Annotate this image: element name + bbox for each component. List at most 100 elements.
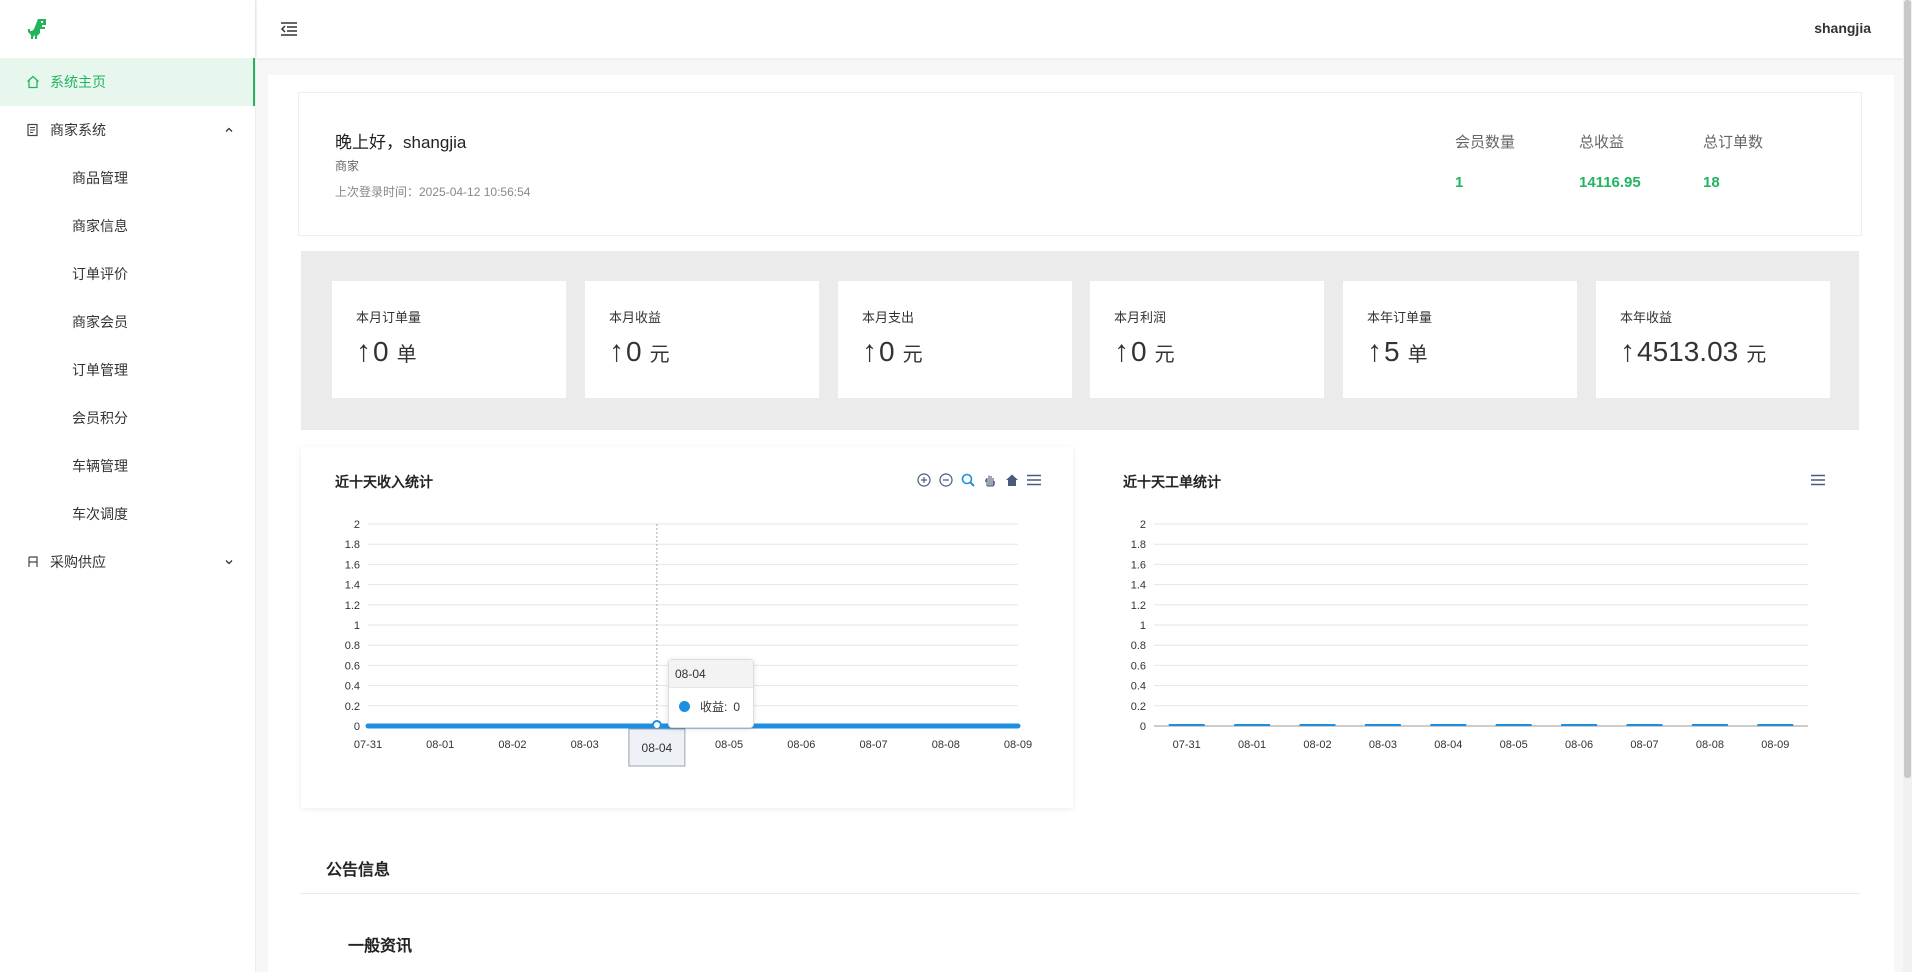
card-title: 本月利润: [1114, 310, 1167, 325]
card-value: ↑ 0 元: [1114, 335, 1175, 369]
card-year-revenue: 本年收益 ↑ 4513.03 元: [1596, 281, 1830, 398]
sidebar-item-home[interactable]: 系统主页: [0, 58, 255, 106]
stat-total-revenue: 总收益 14116.95: [1579, 131, 1689, 191]
y-tick-label: 0: [354, 721, 360, 733]
stat-total-orders: 总订单数 18: [1703, 131, 1813, 191]
data-point: [798, 723, 804, 729]
y-tick-label: 0.4: [345, 681, 360, 693]
chart-tooltip: 08-04 收益: 0: [668, 659, 754, 728]
y-tick-label: 2: [1140, 519, 1146, 531]
y-tick-label: 1.8: [1131, 539, 1146, 551]
data-point: [582, 723, 588, 729]
card-month-profit: 本月利润 ↑ 0 元: [1090, 281, 1324, 398]
chevron-down-icon: [223, 556, 235, 568]
x-tick-label: 08-02: [498, 739, 526, 751]
stat-value: 18: [1703, 174, 1720, 191]
top-bar: shangjia: [257, 0, 1903, 58]
work-order-bar-chart[interactable]: 0 0.2 0.4 0.6 0.8 1 1.2 1.4 1.6 1.8 2 07-31 08-01 08-…: [1087, 447, 1859, 808]
bar: [1299, 724, 1336, 726]
x-tick-label: 08-01: [1238, 739, 1266, 751]
data-point: [943, 723, 949, 729]
y-tick-label: 0.6: [1131, 660, 1146, 672]
card-unit: 单: [396, 344, 417, 366]
x-tick-label: 08-06: [1565, 739, 1593, 751]
sidebar-item-member-points[interactable]: 会员积分: [0, 394, 255, 442]
bar: [1168, 724, 1205, 726]
card-number: 5: [1384, 336, 1400, 367]
x-tick-label: 08-07: [1630, 739, 1658, 751]
card-month-orders: 本月订单量 ↑ 0 单: [332, 281, 566, 398]
x-tick-label: 08-03: [1369, 739, 1397, 751]
card-number: 0: [1131, 336, 1147, 367]
income-line-chart[interactable]: 0 0.2 0.4 0.6 0.8 1 1.2 1.4 1.6 1.8 2 07-31 08-01 08-…: [301, 447, 1073, 808]
data-point: [437, 723, 443, 729]
up-arrow-icon: ↑: [1620, 335, 1635, 368]
y-tick-label: 1: [354, 620, 360, 632]
y-tick-label: 1: [1140, 620, 1146, 632]
sidebar-item-procurement[interactable]: 采购供应: [0, 538, 255, 586]
sidebar-item-product-management[interactable]: 商品管理: [0, 154, 255, 202]
sidebar-item-label: 商家系统: [50, 122, 106, 138]
sidebar-item-merchant-members[interactable]: 商家会员: [0, 298, 255, 346]
x-tick-label: 08-05: [1500, 739, 1528, 751]
logo: [0, 0, 255, 58]
y-tick-label: 0.6: [345, 660, 360, 672]
axis-pointer-label: 08-04: [642, 741, 673, 755]
card-number: 4513.03: [1637, 336, 1739, 367]
sidebar-subitem-label: 订单管理: [72, 362, 128, 378]
sidebar-item-order-review[interactable]: 订单评价: [0, 250, 255, 298]
sidebar-item-merchant-system[interactable]: 商家系统: [0, 106, 255, 154]
sidebar-subitem-label: 车辆管理: [72, 458, 128, 474]
y-tick-label: 0.4: [1131, 681, 1146, 693]
bar: [1561, 724, 1598, 726]
collapse-menu-icon[interactable]: [279, 19, 299, 39]
card-month-revenue: 本月收益 ↑ 0 元: [585, 281, 819, 398]
card-number: 0: [626, 336, 642, 367]
sidebar-item-trip-dispatch[interactable]: 车次调度: [0, 490, 255, 538]
x-tick-label: 08-05: [715, 739, 743, 751]
y-tick-label: 1.2: [1131, 600, 1146, 612]
series-marker: [679, 701, 690, 712]
highlight-point: [651, 720, 662, 730]
scrollbar-thumb[interactable]: [1904, 0, 1911, 778]
sidebar-item-order-management[interactable]: 订单管理: [0, 346, 255, 394]
sidebar-item-vehicle-management[interactable]: 车辆管理: [0, 442, 255, 490]
y-tick-label: 1.4: [345, 580, 360, 592]
sidebar-subitem-label: 商家会员: [72, 314, 128, 330]
card-value: ↑ 0 单: [356, 335, 417, 369]
x-tick-label: 08-08: [932, 739, 960, 751]
tooltip-row: 收益: 0: [669, 688, 753, 715]
y-tick-label: 0: [1140, 721, 1146, 733]
store-icon: [24, 553, 42, 571]
stat-label: 总订单数: [1703, 134, 1764, 151]
sidebar-subitem-label: 商家信息: [72, 218, 128, 234]
bar: [1495, 724, 1532, 726]
sidebar-subitem-label: 车次调度: [72, 506, 128, 522]
bar: [1364, 724, 1401, 726]
x-tick-label: 08-06: [787, 739, 815, 751]
card-value: ↑ 0 元: [609, 335, 670, 369]
card-unit: 元: [649, 344, 670, 366]
sidebar-item-merchant-info[interactable]: 商家信息: [0, 202, 255, 250]
x-tick-label: 08-07: [859, 739, 887, 751]
stat-label: 总收益: [1579, 134, 1625, 151]
card-year-orders: 本年订单量 ↑ 5 单: [1343, 281, 1577, 398]
stat-member-count: 会员数量 1: [1455, 131, 1565, 191]
chevron-up-icon: [223, 124, 235, 136]
y-tick-label: 0.8: [1131, 640, 1146, 652]
up-arrow-icon: ↑: [862, 335, 877, 368]
last-login-time: 上次登录时间：2025-04-12 10:56:54: [335, 185, 531, 199]
page-scrollbar[interactable]: [1903, 0, 1912, 972]
user-name[interactable]: shangjia: [1814, 20, 1871, 36]
notice-subtitle: 一般资讯: [348, 938, 413, 955]
y-tick-label: 0.2: [345, 701, 360, 713]
x-tick-label: 08-09: [1761, 739, 1789, 751]
card-value: ↑ 4513.03 元: [1620, 335, 1766, 369]
card-month-expense: 本月支出 ↑ 0 元: [838, 281, 1072, 398]
tooltip-category: 08-04: [669, 660, 753, 688]
y-tick-label: 1.2: [345, 600, 360, 612]
bar: [1430, 724, 1467, 726]
sidebar-item-label: 采购供应: [50, 554, 106, 570]
card-title: 本年收益: [1620, 310, 1673, 325]
y-tick-label: 1.6: [1131, 559, 1146, 571]
